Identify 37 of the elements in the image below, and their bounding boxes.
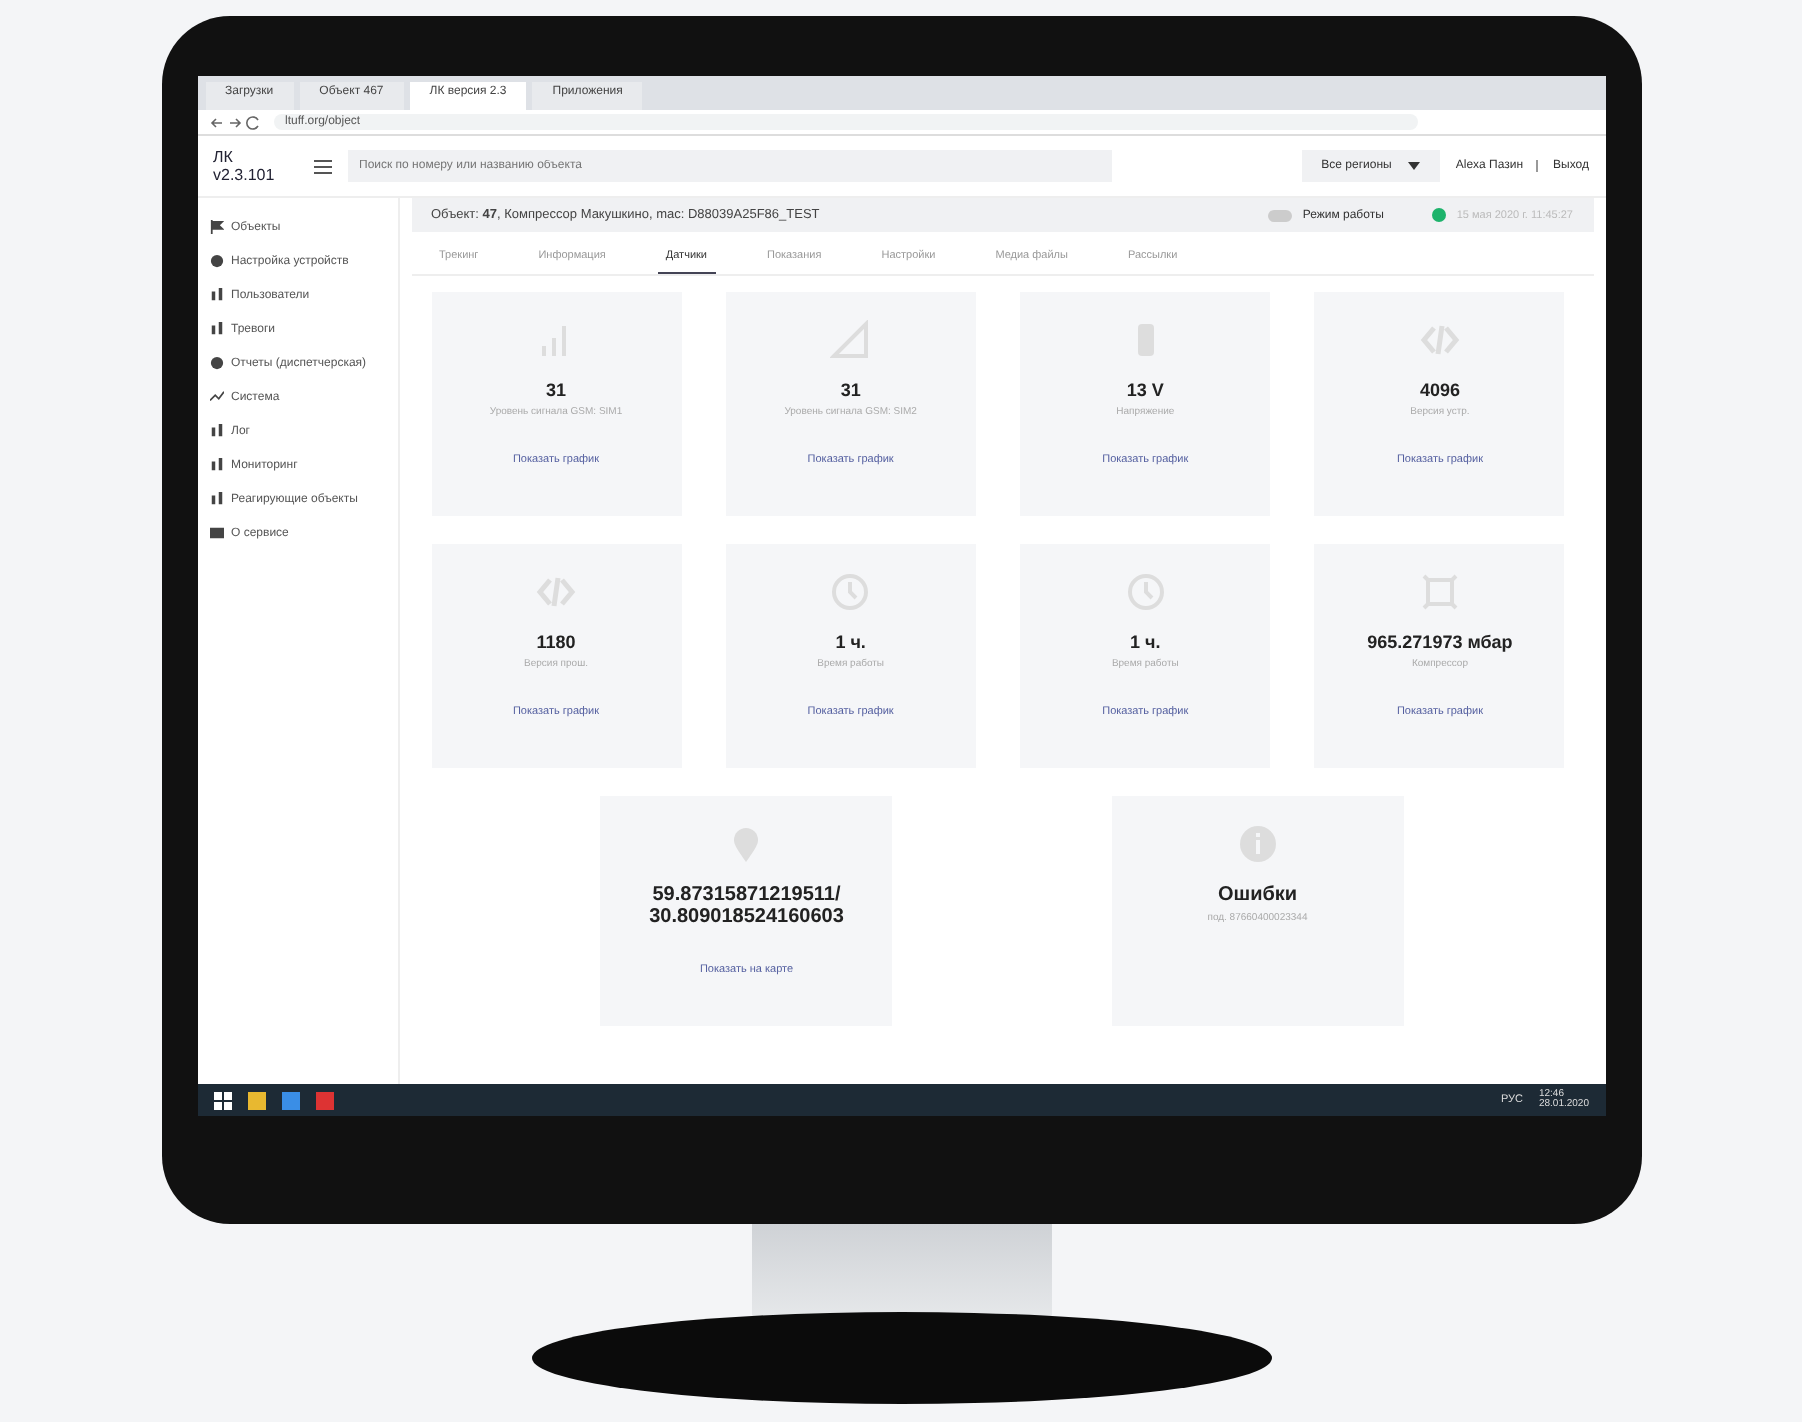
- sensor-value: 965.271973 мбар: [1367, 632, 1513, 652]
- menu-icon[interactable]: [313, 159, 331, 173]
- menu-item-icon: [209, 390, 223, 404]
- card-value: 59.87315871219511/ 30.809018524160603: [647, 884, 846, 928]
- menu-item-icon: [209, 220, 223, 234]
- card-value: Ошибки: [1215, 884, 1300, 906]
- sensor-value: 1 ч.: [1130, 632, 1161, 652]
- menu-item-icon: [209, 356, 223, 370]
- info-icon: [1237, 824, 1278, 864]
- menu-item-icon: [209, 424, 223, 438]
- menu-item-icon: [209, 322, 223, 336]
- menu-item-icon: [209, 288, 223, 302]
- document-icon[interactable]: [315, 1091, 333, 1109]
- menu-item-icon: [209, 526, 223, 540]
- square-icon: [1419, 572, 1460, 612]
- menu-item-icon: [209, 492, 223, 506]
- nav-arrows-icon[interactable]: [209, 115, 261, 129]
- sensor-value: 4096: [1419, 380, 1460, 400]
- sensor-value: 13 V: [1126, 380, 1164, 400]
- sensor-value: 31: [545, 380, 566, 400]
- menu-item-icon: [209, 458, 223, 472]
- code-icon: [536, 572, 576, 612]
- folder-icon[interactable]: [247, 1091, 265, 1109]
- app-icon[interactable]: [281, 1091, 299, 1109]
- caret-icon: [1407, 162, 1420, 170]
- status-dot: [1432, 208, 1447, 222]
- sensor-value: 1180: [536, 632, 576, 652]
- windows-icon[interactable]: [213, 1091, 231, 1109]
- sensor-value: 31: [840, 380, 861, 400]
- clock-icon: [830, 572, 871, 612]
- code-icon: [1419, 320, 1460, 360]
- triangle-icon: [830, 320, 871, 360]
- sensor-value: 1 ч.: [835, 632, 866, 652]
- app-logo: ЛК v2.3.101: [213, 148, 277, 184]
- mode-toggle[interactable]: [1268, 209, 1293, 221]
- menu-item-icon: [209, 254, 223, 268]
- clock-icon: [1125, 572, 1166, 612]
